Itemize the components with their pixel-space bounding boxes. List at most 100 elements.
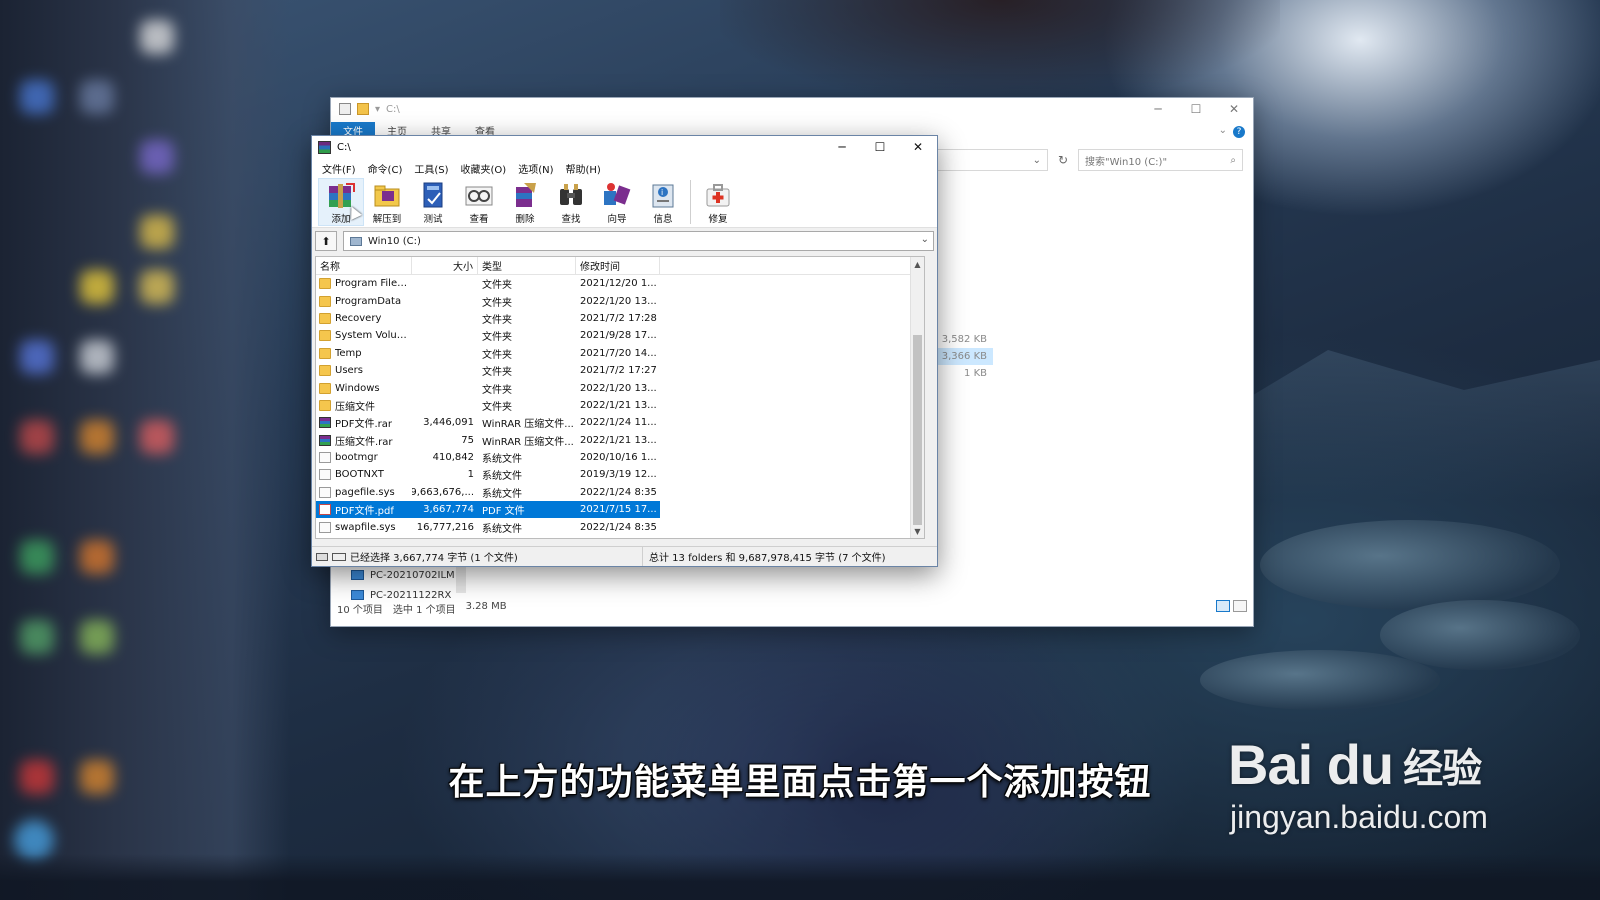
file-row[interactable]: bootmgr 410,842 系统文件 2020/10/16 1...	[316, 449, 924, 466]
selection-status: 已经选择 3,667,774 字节 (1 个文件)	[350, 553, 518, 564]
details-view-icon[interactable]	[1216, 600, 1230, 612]
file-type: 文件夹	[482, 349, 512, 361]
vertical-scrollbar[interactable]: ▲ ▼	[910, 257, 924, 538]
winrar-window[interactable]: C:\ ─ ☐ ✕ 文件(F) 命令(C) 工具(S) 收藏夹(O) 选项(N)…	[311, 135, 938, 567]
maximize-button[interactable]: ☐	[861, 136, 899, 158]
file-size: 3,446,091	[423, 417, 474, 429]
file-type: 文件夹	[482, 384, 512, 396]
scroll-down-icon[interactable]: ▼	[911, 524, 924, 538]
refresh-icon[interactable]: ↻	[1052, 149, 1074, 171]
scroll-thumb[interactable]	[913, 335, 922, 525]
menu-help[interactable]: 帮助(H)	[560, 161, 607, 176]
up-folder-button[interactable]: ⬆	[315, 231, 337, 251]
file-row[interactable]: Temp 文件夹 2021/7/20 14...	[316, 345, 924, 362]
file-type: 文件夹	[482, 314, 512, 326]
file-row[interactable]: BOOTNXT 1 系统文件 2019/3/19 12...	[316, 466, 924, 483]
wizard-button[interactable]: 向导	[594, 178, 640, 226]
search-icon[interactable]: ⌕	[1230, 155, 1236, 166]
extract-to-label: 解压到	[372, 214, 402, 225]
chevron-down-icon[interactable]: ⌄	[921, 234, 929, 245]
view-label: 查看	[469, 214, 489, 225]
file-row[interactable]: Users 文件夹 2021/7/2 17:27	[316, 362, 924, 379]
close-button[interactable]: ✕	[1215, 98, 1253, 120]
menu-options[interactable]: 选项(N)	[512, 161, 559, 176]
file-row[interactable]: System Volum... 文件夹 2021/9/28 17...	[316, 327, 924, 344]
find-button[interactable]: 查找	[548, 178, 594, 226]
menu-tools[interactable]: 工具(S)	[408, 161, 454, 176]
file-name-cell: BOOTNXT	[316, 466, 412, 483]
file-name-cell: PDF文件.pdf	[316, 501, 412, 519]
file-row[interactable]: PDF文件.rar 3,446,091 WinRAR 压缩文件... 2022/1/2…	[316, 414, 924, 431]
file-name-cell: Program Files ...	[316, 275, 412, 292]
menu-file[interactable]: 文件(F)	[316, 161, 362, 176]
repair-button[interactable]: 修复	[695, 178, 741, 226]
help-icon[interactable]: ?	[1233, 126, 1245, 138]
nav-item-network-pc[interactable]: PC-20210702ILM	[351, 565, 455, 585]
file-row[interactable]: ProgramData 文件夹 2022/1/20 13...	[316, 292, 924, 309]
file-size	[412, 310, 478, 327]
wizard-icon	[601, 180, 633, 210]
column-modified[interactable]: 修改时间	[576, 257, 660, 274]
address-bar-dropdown[interactable]: ⌄	[938, 149, 1048, 171]
file-row[interactable]: pagefile.sys 9,663,676,... 系统文件 2022/1/24 8…	[316, 484, 924, 501]
file-modified: 2021/7/2 17:28	[580, 312, 657, 324]
wallpaper-lotus-leaf	[1200, 650, 1440, 710]
file-type: WinRAR 压缩文件...	[482, 419, 574, 431]
file-row[interactable]: Recovery 文件夹 2021/7/2 17:28	[316, 310, 924, 327]
extract-to-button[interactable]: 解压到	[364, 178, 410, 226]
total-status: 总计 13 folders 和 9,687,978,415 字节 (7 个文件)	[649, 553, 886, 564]
file-size	[412, 327, 478, 344]
menu-commands[interactable]: 命令(C)	[362, 161, 409, 176]
view-button[interactable]: 查看	[456, 178, 502, 226]
ribbon-expand-icon[interactable]: ⌄	[1219, 125, 1227, 136]
column-size[interactable]: 大小	[412, 257, 478, 274]
winrar-app-icon	[318, 140, 331, 154]
file-row[interactable]: 压缩文件 文件夹 2022/1/21 13...	[316, 397, 924, 414]
repair-icon	[702, 180, 734, 210]
toolbar-separator	[690, 180, 691, 224]
file-name: bootmgr	[335, 452, 378, 464]
delete-button[interactable]: 删除	[502, 178, 548, 226]
scroll-up-icon[interactable]: ▲	[911, 257, 924, 271]
info-button[interactable]: i 信息	[640, 178, 686, 226]
maximize-button[interactable]: ☐	[1177, 98, 1215, 120]
minimize-button[interactable]: ─	[1139, 98, 1177, 120]
file-size	[412, 275, 478, 292]
search-input[interactable]: 搜索"Win10 (C:)" ⌕	[1078, 149, 1243, 171]
column-type[interactable]: 类型	[478, 257, 576, 274]
file-name: Temp	[335, 347, 362, 359]
file-list[interactable]: 名称 大小 类型 修改时间 Program Files ... 文件夹 2021/1…	[315, 256, 925, 539]
test-button[interactable]: 测试	[410, 178, 456, 226]
drive-status-icon	[316, 552, 328, 561]
path-dropdown[interactable]: Win10 (C:) ⌄	[343, 231, 934, 251]
add-button[interactable]: 添加	[318, 178, 364, 226]
winrar-title: C:\	[337, 141, 351, 153]
system-file-icon	[319, 486, 331, 498]
file-row[interactable]: Program Files ... 文件夹 2021/12/20 1...	[316, 275, 924, 292]
properties-icon[interactable]	[339, 103, 351, 115]
wallpaper-lotus-leaf	[1260, 520, 1560, 610]
winrar-titlebar: C:\ ─ ☐ ✕	[312, 136, 937, 158]
file-row[interactable]: Windows 文件夹 2022/1/20 13...	[316, 379, 924, 396]
file-name: 压缩文件	[335, 401, 375, 413]
column-name[interactable]: 名称	[316, 257, 412, 274]
delete-label: 删除	[515, 214, 535, 225]
file-modified: 2021/7/20 14...	[580, 347, 657, 359]
file-name-cell: System Volum...	[316, 327, 412, 344]
test-icon	[417, 180, 449, 210]
file-row[interactable]: swapfile.sys 16,777,216 系统文件 2022/1/24 8:35	[316, 518, 924, 535]
minimize-button[interactable]: ─	[823, 136, 861, 158]
file-type: 文件夹	[482, 297, 512, 309]
pdf-file-icon	[319, 504, 331, 516]
computer-icon	[351, 570, 364, 580]
file-name: ProgramData	[335, 295, 402, 307]
file-name-cell: PDF文件.rar	[316, 414, 412, 431]
file-row[interactable]: 压缩文件.rar 75 WinRAR 压缩文件... 2022/1/21 13...	[316, 432, 924, 449]
menu-favorites[interactable]: 收藏夹(O)	[455, 161, 513, 176]
close-button[interactable]: ✕	[899, 136, 937, 158]
quick-access-dropdown-icon[interactable]: ▾	[375, 104, 380, 115]
search-placeholder: 搜索"Win10 (C:)"	[1085, 156, 1168, 168]
large-icons-view-icon[interactable]	[1233, 600, 1247, 612]
new-folder-icon[interactable]	[357, 103, 369, 115]
file-row[interactable]: PDF文件.pdf 3,667,774 PDF 文件 2021/7/15 17...	[316, 501, 924, 519]
